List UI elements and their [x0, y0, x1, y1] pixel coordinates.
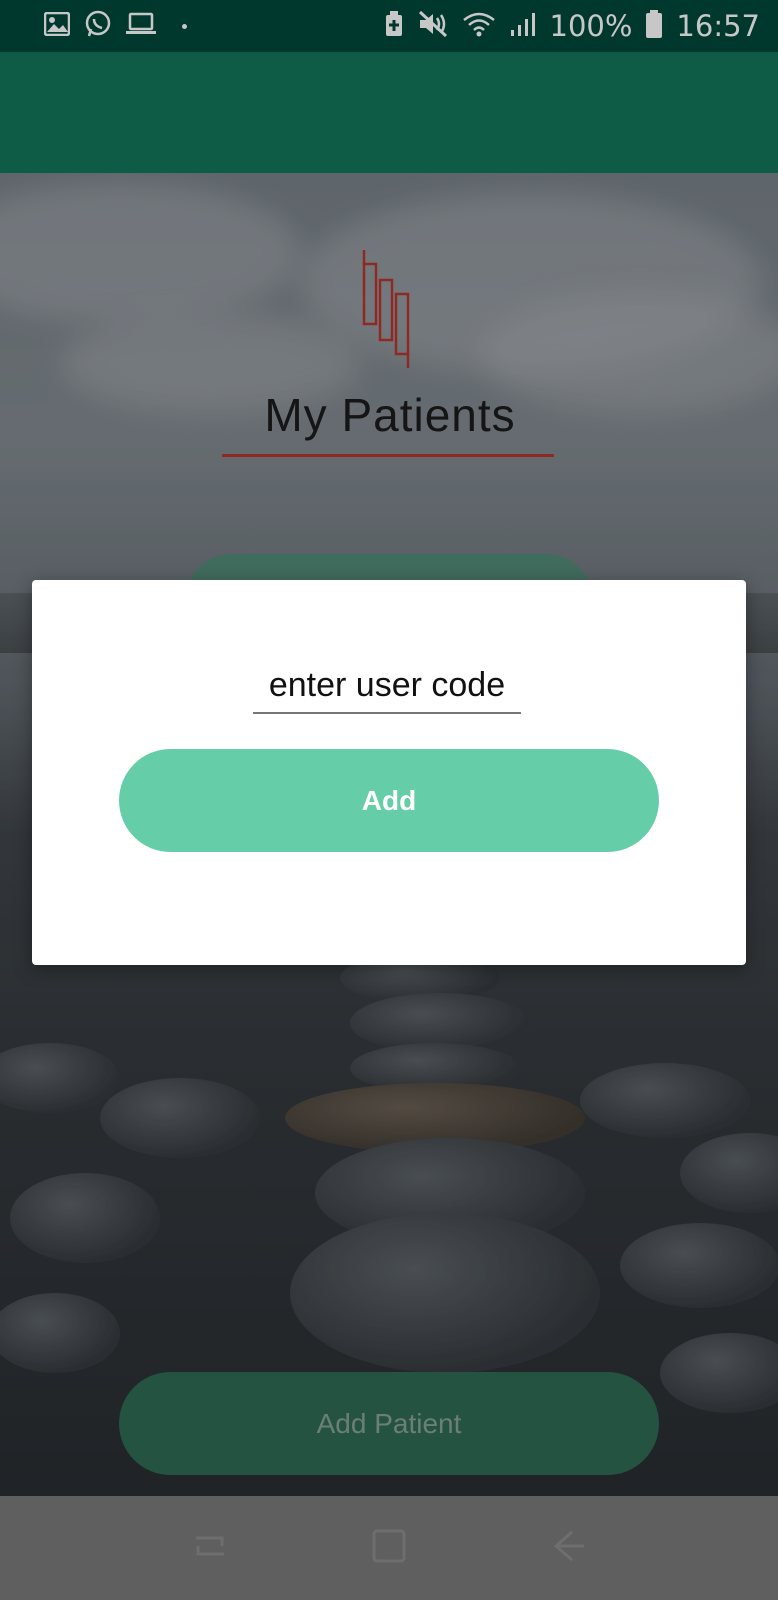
- user-code-input[interactable]: [253, 658, 521, 714]
- add-button[interactable]: Add: [119, 749, 659, 852]
